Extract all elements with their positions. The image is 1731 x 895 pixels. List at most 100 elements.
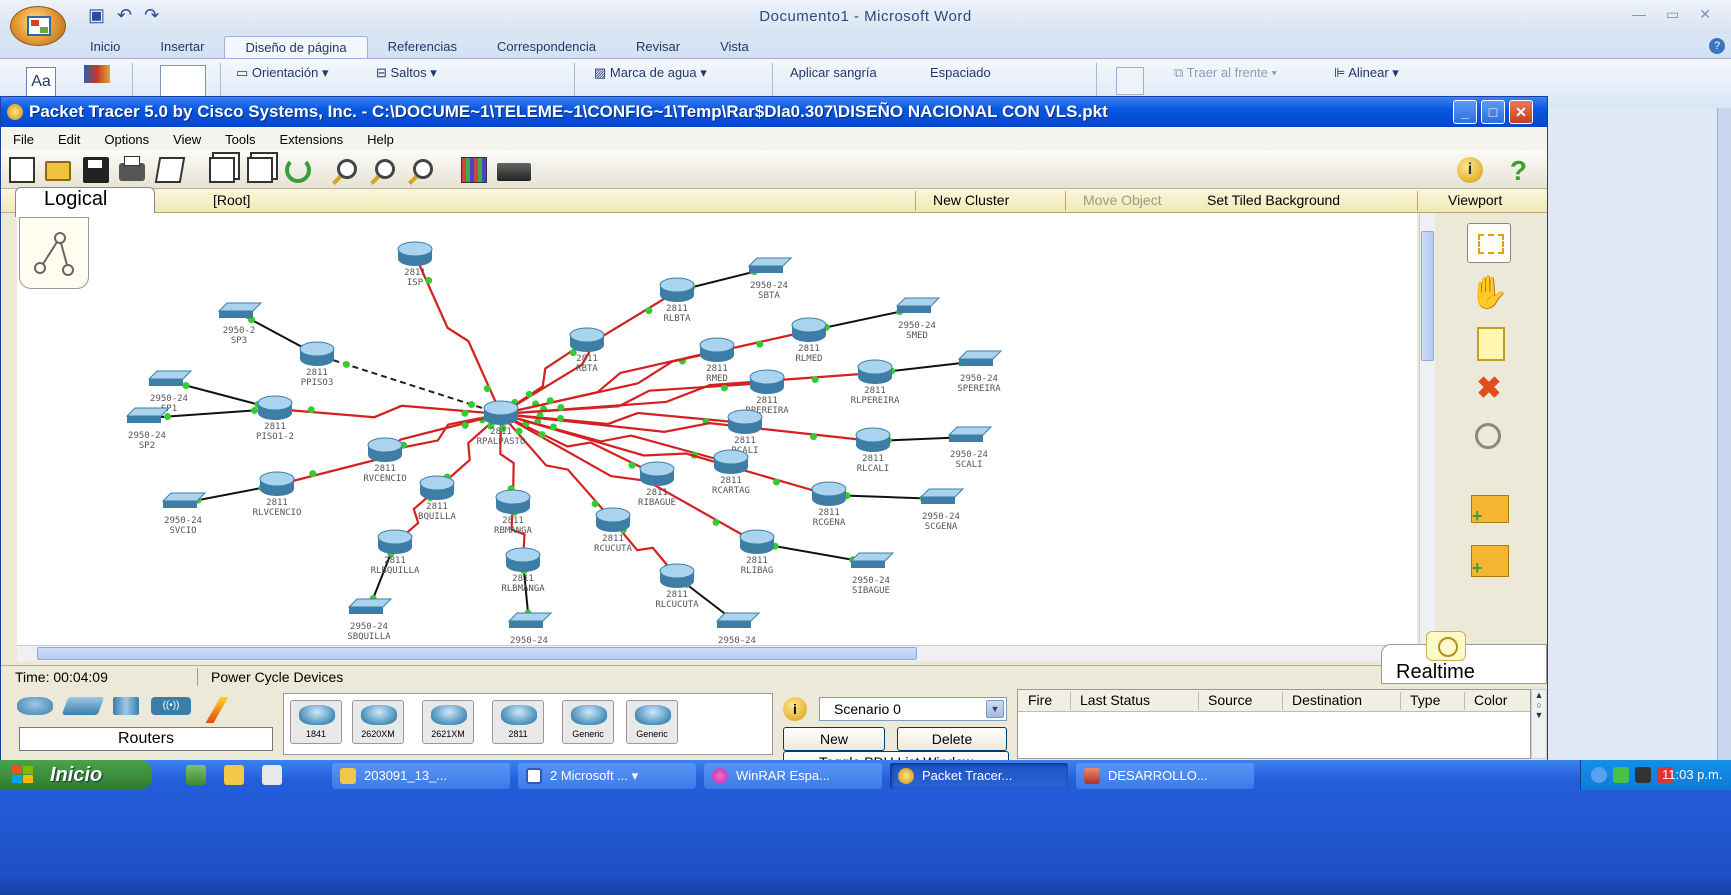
help-icon[interactable]: ? xyxy=(1709,38,1725,54)
col-type[interactable]: Type xyxy=(1410,692,1440,708)
router-rlvcencio[interactable]: 2811RLVCENCIO xyxy=(253,471,302,518)
position-icon[interactable] xyxy=(1116,67,1144,95)
col-color[interactable]: Color xyxy=(1474,692,1507,708)
tab-vista[interactable]: Vista xyxy=(700,36,769,58)
themes-icon[interactable]: Aa xyxy=(26,67,56,97)
switch-sbta[interactable]: 2950-24SBTA xyxy=(747,257,793,301)
hubs-category-icon[interactable] xyxy=(113,697,139,715)
col-last-status[interactable]: Last Status xyxy=(1080,692,1150,708)
office-button[interactable] xyxy=(10,6,66,46)
marca-agua-button[interactable]: ▨ Marca de agua ▾ xyxy=(594,65,707,81)
viewport-button[interactable]: Viewport xyxy=(1448,192,1502,208)
orientacion-button[interactable]: ▭ Orientación ▾ xyxy=(236,65,329,81)
router-rlpereira[interactable]: 2811RLPEREIRA xyxy=(851,359,900,406)
tab-correspondencia[interactable]: Correspondencia xyxy=(477,36,616,58)
open-folder-icon[interactable] xyxy=(45,161,71,181)
new-file-icon[interactable] xyxy=(9,157,35,183)
logical-workspace[interactable]: 2811 ISP 2811 RLBTA 2950-24 SBTA 2811 RBTA 2811 R… xyxy=(17,213,1417,645)
router-rlcucuta[interactable]: 2811RLCUCUTA xyxy=(655,563,699,610)
router-rcartag[interactable]: 2811RCARTAG xyxy=(712,449,750,496)
switch-scgena[interactable]: 2950-24SCGENA xyxy=(919,488,965,532)
add-complex-pdu-icon[interactable] xyxy=(1467,543,1511,583)
connections-lightning-icon[interactable] xyxy=(203,697,233,723)
close-button[interactable]: ✕ xyxy=(1509,100,1533,124)
traer-frente-button[interactable]: ⧉ Traer al frente ▾ xyxy=(1174,65,1277,81)
routers-category-icon[interactable] xyxy=(17,697,53,715)
model-1841[interactable]: 1841 xyxy=(290,700,342,744)
switch-scali[interactable]: 2950-24SCALI xyxy=(947,426,993,470)
custom-devices-icon[interactable] xyxy=(497,163,531,181)
tab-revisar[interactable]: Revisar xyxy=(616,36,700,58)
zoom-in-icon[interactable] xyxy=(337,159,357,179)
root-breadcrumb[interactable]: [Root] xyxy=(213,192,250,208)
model-2621xm[interactable]: 2621XM xyxy=(422,700,474,744)
save-icon[interactable] xyxy=(83,157,109,183)
router-ribague[interactable]: 2811RIBAGUE xyxy=(638,461,676,508)
activity-wizard-icon[interactable] xyxy=(154,157,186,183)
model-generic-2[interactable]: Generic xyxy=(626,700,678,744)
select-tool-icon[interactable] xyxy=(1467,223,1511,263)
model-2620xm[interactable]: 2620XM xyxy=(352,700,404,744)
undo-icon[interactable] xyxy=(285,157,311,183)
router-rlmed[interactable]: 2811RLMED xyxy=(791,317,827,364)
new-scenario-button[interactable]: New xyxy=(783,727,885,751)
scenario-select[interactable]: Scenario 0 ▼ xyxy=(819,697,1007,721)
minimize-icon[interactable]: — xyxy=(1632,6,1646,23)
tab-referencias[interactable]: Referencias xyxy=(368,36,477,58)
scroll-thumb[interactable] xyxy=(1421,231,1434,361)
switch-svcio[interactable]: 2950-24SVCIO xyxy=(161,492,207,536)
taskbar-item-word[interactable]: 2 Microsoft ... ▾ xyxy=(518,763,696,789)
info-icon[interactable]: i xyxy=(783,697,807,721)
router-piso1-2[interactable]: 2811PISO1-2 xyxy=(256,395,294,442)
start-button[interactable]: Inicio xyxy=(0,760,152,790)
zoom-reset-icon[interactable] xyxy=(375,159,395,179)
paste-icon[interactable] xyxy=(247,157,273,183)
new-cluster-button[interactable]: New Cluster xyxy=(933,192,1009,208)
minimize-button[interactable]: _ xyxy=(1453,100,1477,124)
show-desktop-icon[interactable] xyxy=(186,765,206,785)
menu-file[interactable]: File xyxy=(1,132,46,147)
maximize-button[interactable]: □ xyxy=(1481,100,1505,124)
place-note-icon[interactable] xyxy=(1467,323,1511,363)
chevron-down-icon[interactable]: ▼ xyxy=(986,700,1004,718)
speaker-icon[interactable] xyxy=(1635,767,1651,783)
router-rlibag[interactable]: 2811RLIBAG xyxy=(739,529,775,576)
col-destination[interactable]: Destination xyxy=(1292,692,1362,708)
router-rlbquilla[interactable]: 2811RLBQUILLA xyxy=(371,529,420,576)
move-object-button[interactable]: Move Object xyxy=(1083,192,1162,208)
menu-options[interactable]: Options xyxy=(92,132,161,147)
add-simple-pdu-icon[interactable] xyxy=(1467,493,1511,533)
vertical-scrollbar[interactable] xyxy=(1419,213,1435,645)
saltos-button[interactable]: ⊟ Saltos ▾ xyxy=(376,65,437,81)
drawing-palette-icon[interactable] xyxy=(461,157,487,183)
pdu-scrollbar[interactable]: ▲ ○ ▼ xyxy=(1531,689,1547,759)
network-icon[interactable] xyxy=(1613,767,1629,783)
arrow-icon[interactable] xyxy=(1591,767,1607,783)
document-icon[interactable] xyxy=(262,765,282,785)
power-cycle-devices-button[interactable]: Power Cycle Devices xyxy=(211,669,343,685)
horizontal-scrollbar[interactable] xyxy=(17,645,1417,661)
zoom-out-icon[interactable] xyxy=(413,159,433,179)
router-rcgena[interactable]: 2811RCGENA xyxy=(811,481,847,528)
taskbar-item-winrar[interactable]: WinRAR Espa... xyxy=(704,763,882,789)
router-rcucuta[interactable]: 2811RCUCUTA xyxy=(594,507,633,554)
folder-icon[interactable] xyxy=(224,765,244,785)
menu-edit[interactable]: Edit xyxy=(46,132,92,147)
taskbar-item-desarrollo[interactable]: DESARROLLO... xyxy=(1076,763,1254,789)
switches-category-icon[interactable] xyxy=(61,697,105,715)
router-ppiso3[interactable]: 2811PPISO3 xyxy=(299,341,335,388)
undo-icon[interactable]: ↶ xyxy=(117,5,132,26)
model-2811[interactable]: 2811 xyxy=(492,700,544,744)
wireless-category-icon[interactable]: ((•)) xyxy=(151,697,191,715)
menu-view[interactable]: View xyxy=(161,132,213,147)
print-icon[interactable] xyxy=(119,156,145,181)
inspect-magnifier-icon[interactable] xyxy=(1467,419,1511,459)
alinear-button[interactable]: ⊫ Alinear ▾ xyxy=(1334,65,1399,81)
taskbar-item-packet-tracer[interactable]: Packet Tracer... xyxy=(890,763,1068,789)
col-source[interactable]: Source xyxy=(1208,692,1252,708)
theme-colors-icon[interactable] xyxy=(84,65,110,83)
switch-sbmanga[interactable]: 2950-24 xyxy=(507,612,553,645)
set-tiled-background-button[interactable]: Set Tiled Background xyxy=(1207,192,1340,208)
tab-diseno-pagina[interactable]: Diseño de página xyxy=(224,36,368,58)
switch-scucuta[interactable]: 2950-24 xyxy=(715,612,761,645)
